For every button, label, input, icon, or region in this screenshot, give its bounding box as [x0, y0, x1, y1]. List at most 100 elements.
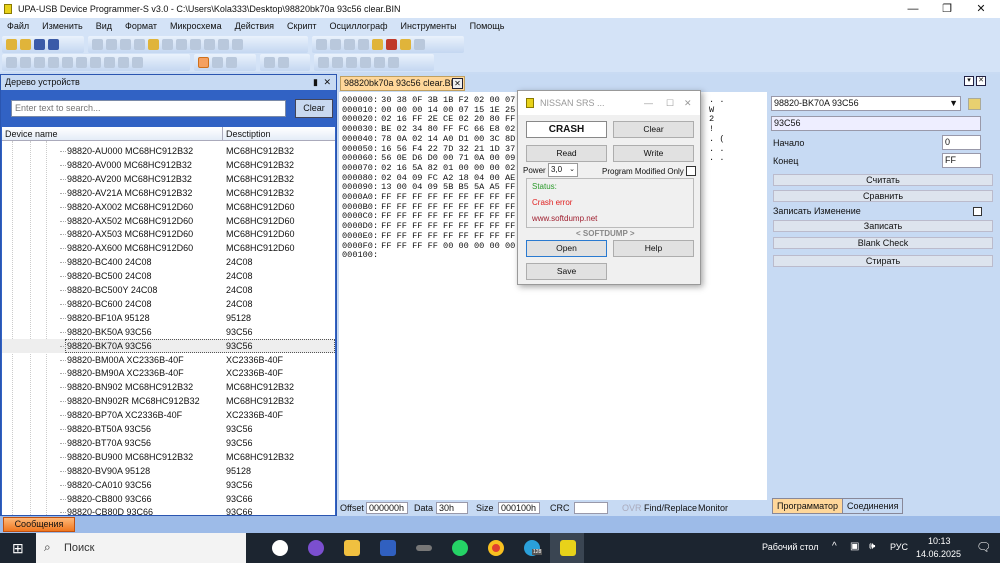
tray-chevron-icon[interactable]: ^	[832, 541, 837, 552]
data-field[interactable]: 30h	[436, 502, 468, 514]
menu-edit[interactable]: Изменить	[35, 18, 89, 34]
paste-icon[interactable]	[148, 39, 159, 50]
move-icon[interactable]	[48, 57, 59, 68]
floppy-app-icon[interactable]	[380, 540, 396, 556]
list-item[interactable]: 98820-BV90A 95128 95128	[2, 464, 335, 478]
desktop-toolbar[interactable]: Рабочий стол	[762, 542, 819, 552]
pin-icon[interactable]: ▮	[313, 75, 318, 90]
whatsapp-icon[interactable]	[452, 540, 468, 556]
search-input[interactable]: Enter text to search...	[11, 100, 286, 117]
plus-icon[interactable]	[118, 57, 129, 68]
menu-view[interactable]: Вид	[89, 18, 118, 34]
restore-button[interactable]: ❐	[932, 0, 962, 18]
site-link[interactable]: www.softdump.net	[532, 214, 597, 223]
panel-close-icon[interactable]: ✕	[976, 76, 986, 86]
tab-connections[interactable]: Соединения	[842, 498, 904, 514]
meet-now-icon[interactable]: ▣	[850, 541, 859, 552]
clear-search-button[interactable]: Clear	[295, 99, 333, 118]
chevron-down-icon[interactable]: ▼	[949, 97, 958, 110]
list-item[interactable]: 98820-BK50A 93C56 93C56	[2, 325, 335, 339]
zoom-rect-icon[interactable]	[212, 57, 223, 68]
messages-tab[interactable]: Сообщения	[3, 517, 75, 532]
upa-taskbar-button[interactable]	[550, 533, 584, 563]
new-icon[interactable]	[6, 39, 17, 50]
windows-start-icon[interactable]: ⊞	[12, 541, 24, 555]
save-icon[interactable]	[34, 39, 45, 50]
list-item[interactable]: 98820-BT70A 93C56 93C56	[2, 436, 335, 450]
list-item[interactable]: 98820-BT50A 93C56 93C56	[2, 422, 335, 436]
write-icon[interactable]	[330, 39, 341, 50]
list-item[interactable]: 98820-BN902 MC68HC912B32 MC68HC912B32	[2, 380, 335, 394]
crc-field[interactable]	[574, 502, 608, 514]
next-icon[interactable]	[90, 57, 101, 68]
close-button[interactable]: ✕	[966, 0, 996, 18]
fill-00-icon[interactable]	[232, 39, 243, 50]
list-item[interactable]: 98820-BC600 24C08 24C08	[2, 297, 335, 311]
find-icon[interactable]	[176, 39, 187, 50]
menu-help[interactable]: Помощь	[463, 18, 511, 34]
minimize-button[interactable]: —	[898, 0, 928, 18]
list-item[interactable]: 98820-BN902R MC68HC912B32 MC68HC912B32	[2, 394, 335, 408]
list-item[interactable]: 98820-CA010 93C56 93C56	[2, 478, 335, 492]
align-left-icon[interactable]	[360, 57, 371, 68]
bold-icon[interactable]	[318, 57, 329, 68]
zoom-in-icon[interactable]	[6, 57, 17, 68]
list-item[interactable]: 98820-CB80D 93C66 93C66	[2, 505, 335, 515]
panel-menu-icon[interactable]: ▾	[964, 76, 974, 86]
erase-button[interactable]: Стирать	[773, 255, 993, 267]
language-indicator[interactable]: РУС	[890, 542, 908, 552]
open-icon[interactable]	[20, 39, 31, 50]
list-item[interactable]: 98820-AX002 MC68HC912D60 MC68HC912D60	[2, 200, 335, 214]
minus-icon[interactable]	[132, 57, 143, 68]
list-item[interactable]: 98820-BC400 24C08 24C08	[2, 255, 335, 269]
file-tab[interactable]: 98820bk70a 93c56 clear.BIN ✕	[340, 76, 465, 91]
menu-file[interactable]: Файл	[0, 18, 35, 34]
open-folder-icon[interactable]	[968, 98, 981, 110]
menu-script[interactable]: Скрипт	[280, 18, 322, 34]
telegram-icon[interactable]: 128	[524, 540, 543, 556]
offset-field[interactable]: 000000h	[366, 502, 408, 514]
italic-icon[interactable]	[332, 57, 343, 68]
dialog-clear-button[interactable]: Clear	[613, 121, 694, 138]
page-icon[interactable]	[204, 39, 215, 50]
crash-button[interactable]: CRASH	[526, 121, 607, 138]
notifications-icon[interactable]: 🗨	[976, 540, 991, 554]
verify-icon[interactable]	[344, 39, 355, 50]
viber-icon[interactable]	[308, 540, 324, 556]
list-item[interactable]: 98820-BC500 24C08 24C08	[2, 269, 335, 283]
menu-oscilloscope[interactable]: Осциллограф	[323, 18, 394, 34]
first-icon[interactable]	[62, 57, 73, 68]
settings-icon[interactable]	[372, 39, 383, 50]
measure-icon[interactable]	[226, 57, 237, 68]
dialog-minimize[interactable]: —	[644, 91, 653, 115]
col-description[interactable]: Desctiption	[226, 127, 271, 141]
dialog-close[interactable]: ✕	[684, 91, 692, 115]
list-item[interactable]: 98820-BU900 MC68HC912B32 MC68HC912B32	[2, 450, 335, 464]
fit-icon[interactable]	[34, 57, 45, 68]
checksum-icon[interactable]	[400, 39, 411, 50]
align-right-icon[interactable]	[388, 57, 399, 68]
network-icon[interactable]	[414, 39, 425, 50]
erase-icon[interactable]	[358, 39, 369, 50]
list-item[interactable]: 98820-BF10A 95128 95128	[2, 311, 335, 325]
menu-tools[interactable]: Инструменты	[394, 18, 463, 34]
clock-time[interactable]: 10:13	[928, 536, 951, 546]
dialog-save-button[interactable]: Save	[526, 263, 607, 280]
underline-icon[interactable]	[346, 57, 357, 68]
dialog-help-button[interactable]: Help	[613, 240, 694, 257]
volume-icon[interactable]: 🕪	[869, 541, 875, 552]
list-item[interactable]: 98820-AX502 MC68HC912D60 MC68HC912D60	[2, 214, 335, 228]
size-field[interactable]: 000100h	[498, 502, 540, 514]
list-item[interactable]: 98820-AX503 MC68HC912D60 MC68HC912D60	[2, 227, 335, 241]
delete-icon[interactable]	[162, 39, 173, 50]
end-field[interactable]: FF	[942, 153, 981, 168]
list-item[interactable]: 98820-BP70A XC2336B-40F XC2336B-40F	[2, 408, 335, 422]
pointer-icon[interactable]	[198, 57, 209, 68]
dialog-read-button[interactable]: Read	[526, 145, 607, 162]
zoom-out-icon[interactable]	[20, 57, 31, 68]
clock-date[interactable]: 14.06.2025	[916, 549, 961, 559]
close-panel-icon[interactable]: ✕	[323, 75, 331, 90]
power-select[interactable]: 3,0 ⌄	[548, 163, 578, 177]
menu-chip[interactable]: Микросхема	[163, 18, 228, 34]
list-item[interactable]: 98820-AX600 MC68HC912D60 MC68HC912D60	[2, 241, 335, 255]
